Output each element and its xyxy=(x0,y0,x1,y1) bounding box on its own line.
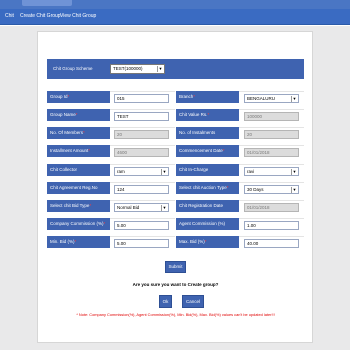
chevron-down-icon: ▼ xyxy=(161,169,167,175)
menu-item-create-chit-group[interactable]: Create Chit Group xyxy=(20,13,61,19)
submit-button[interactable]: Submit xyxy=(165,261,186,273)
agent-commission-field[interactable]: 1.00 xyxy=(244,221,299,230)
in-charge-cell: ravi ▼ xyxy=(239,164,304,176)
max-bid-field[interactable]: 40.00 xyxy=(244,239,299,248)
header-tab[interactable] xyxy=(22,0,72,6)
agreement-no-cell: 124 xyxy=(110,182,175,194)
branch-select-value: BENGALURU xyxy=(247,96,276,101)
auction-type-label: Select chit Auction Type* xyxy=(176,182,239,194)
registration-date-label: Chit Registration Date xyxy=(176,200,239,212)
chit-value-field: 100000 xyxy=(244,112,299,121)
cancel-button[interactable]: Cancel xyxy=(182,295,204,308)
group-id-label: Group Id* xyxy=(47,91,110,103)
max-bid-cell: 40.00 xyxy=(239,236,304,248)
menu-bar: Chit Create Chit Group View Chit Group xyxy=(0,9,350,25)
chevron-down-icon: ▼ xyxy=(161,205,167,211)
chit-value-cell: 100000 xyxy=(239,109,304,121)
chevron-down-icon: ▼ xyxy=(291,169,297,175)
chevron-down-icon: ▼ xyxy=(157,66,163,72)
in-charge-label: Chit In-Charge xyxy=(176,164,239,176)
min-bid-field[interactable]: 5.00 xyxy=(114,239,169,248)
bid-type-select[interactable]: Normal Bid ▼ xyxy=(114,203,169,212)
auction-type-cell: 30 Days ▼ xyxy=(239,182,304,194)
group-name-cell: TEST xyxy=(110,109,175,121)
in-charge-select[interactable]: ravi ▼ xyxy=(244,167,299,176)
branch-label: Branch* xyxy=(176,91,239,103)
bid-type-select-value: Normal Bid xyxy=(117,205,140,210)
agent-commission-cell: 1.00 xyxy=(239,218,304,230)
scheme-select-value: TEST(100000) xyxy=(113,66,143,71)
commencement-date-cell: 01/01/2018 xyxy=(239,145,304,157)
installments-cell: 20 xyxy=(239,127,304,139)
in-charge-select-value: ravi xyxy=(247,169,255,174)
branch-select[interactable]: BENGALURU ▼ xyxy=(244,94,299,103)
group-id-cell: 015 xyxy=(110,91,175,103)
bid-type-label: Select chit Bid Type* xyxy=(47,200,110,212)
company-commission-cell: 5.00 xyxy=(110,218,175,230)
bid-type-cell: Normal Bid ▼ xyxy=(110,200,175,212)
members-label: No. Of Members* xyxy=(47,127,110,139)
group-name-field[interactable]: TEST xyxy=(114,112,169,121)
installment-amount-label: Installment Amount* xyxy=(47,145,110,157)
agent-commission-label: Agent Commission (%) xyxy=(176,218,239,230)
confirm-question: Are you sure you want to Create group? xyxy=(132,282,219,287)
auction-type-select-value: 30 Days xyxy=(247,187,264,192)
commencement-date-field: 01/01/2018 xyxy=(244,148,299,157)
agreement-no-label: Chit Agreement Reg.No xyxy=(47,182,110,194)
installments-label: No. of Instalments xyxy=(176,127,239,139)
chevron-down-icon: ▼ xyxy=(291,96,297,102)
collector-select-value: ram xyxy=(117,169,125,174)
collector-cell: ram ▼ xyxy=(110,164,175,176)
commencement-date-label: Commencement Date* xyxy=(176,145,239,157)
collector-select[interactable]: ram ▼ xyxy=(114,167,169,176)
menu-item-chit[interactable]: Chit xyxy=(5,13,14,19)
members-field: 20 xyxy=(114,130,169,139)
ok-button[interactable]: Ok xyxy=(159,295,172,308)
app-header xyxy=(0,0,350,9)
max-bid-label: Max. Bid (%)* xyxy=(176,236,239,248)
scheme-select[interactable]: TEST(100000) ▼ xyxy=(110,64,165,74)
installment-amount-cell: 4600 xyxy=(110,145,175,157)
company-commission-label: Company Commission (%)* xyxy=(47,218,110,230)
registration-date-field: 01/01/2018 xyxy=(244,203,299,212)
chit-value-label: Chit Value Rs.* xyxy=(176,109,239,121)
collector-label: Chit Collector xyxy=(47,164,110,176)
chevron-down-icon: ▼ xyxy=(291,187,297,193)
company-commission-field[interactable]: 5.00 xyxy=(114,221,169,230)
installment-amount-field: 4600 xyxy=(114,148,169,157)
warning-note: * Note: Company Commission(%), Agent Com… xyxy=(76,312,275,317)
min-bid-cell: 5.00 xyxy=(110,236,175,248)
menu-item-view-chit-group[interactable]: View Chit Group xyxy=(60,13,96,19)
members-cell: 20 xyxy=(110,127,175,139)
branch-cell: BENGALURU ▼ xyxy=(239,91,304,103)
group-name-label: Group Name* xyxy=(47,109,110,121)
min-bid-label: Min. Bid (%)* xyxy=(47,236,110,248)
registration-date-cell: 01/01/2018 xyxy=(239,200,304,212)
scheme-bar: Chit Group Scheme TEST(100000) ▼ xyxy=(47,59,304,79)
agreement-no-field[interactable]: 124 xyxy=(114,185,169,194)
group-id-field[interactable]: 015 xyxy=(114,94,169,103)
installments-field: 20 xyxy=(244,130,299,139)
scheme-label: Chit Group Scheme xyxy=(53,66,93,71)
auction-type-select[interactable]: 30 Days ▼ xyxy=(244,185,299,194)
